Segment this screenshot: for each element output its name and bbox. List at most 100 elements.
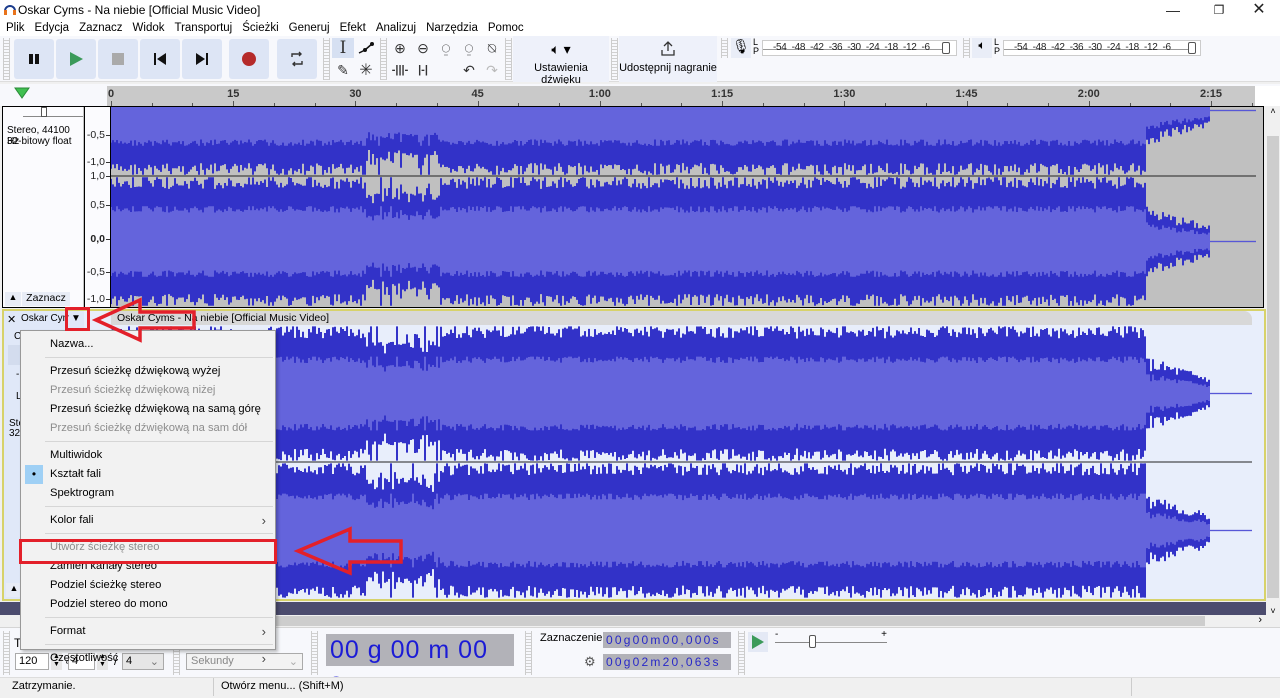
play-speed-slider[interactable]: - + xyxy=(775,629,887,650)
minimize-button[interactable]: — xyxy=(1150,0,1196,20)
skip-to-start-button[interactable] xyxy=(140,39,180,79)
menu-item-kolor-fali[interactable]: Kolor fali › xyxy=(21,511,275,530)
track-1-waveform[interactable] xyxy=(110,107,1256,307)
fit-project-button[interactable]: ⍜ xyxy=(458,38,480,58)
scroll-right-icon[interactable]: › xyxy=(1258,614,1262,626)
play-button[interactable] xyxy=(56,39,96,79)
menu-bar: Plik Edycja Zaznacz Widok Transportuj Ścieżki… xyxy=(0,20,1280,36)
toolbar-grip[interactable] xyxy=(3,38,10,80)
time-display[interactable]: 00 g 00 m 00 s▾ xyxy=(326,634,514,696)
play-at-speed-grip[interactable] xyxy=(738,631,745,675)
submenu-arrow-icon: › xyxy=(261,513,266,528)
menu-item-częstotliwość[interactable]: Częstotliwość › xyxy=(21,649,275,668)
fit-selection-button[interactable]: ⍜ xyxy=(435,38,457,58)
pan-slider[interactable] xyxy=(23,107,83,117)
envelope-tool-button[interactable] xyxy=(355,38,377,58)
playback-level-handle[interactable] xyxy=(1188,42,1196,54)
record-button[interactable] xyxy=(229,39,269,79)
menu-item-przesuń-ścieżkę-dźwiękową-wyżej[interactable]: Przesuń ścieżkę dźwiękową wyżej xyxy=(21,362,275,381)
menu-item-kształt-fali[interactable]: Kształt fali • xyxy=(21,465,275,484)
time-signature-grip[interactable] xyxy=(3,631,10,675)
menu-generuj[interactable]: Generuj xyxy=(283,21,334,35)
menu-item-multiwidok[interactable]: Multiwidok xyxy=(21,446,275,465)
clip-title-bar[interactable]: Oskar Cyms - Na niebie [Official Music V… xyxy=(111,311,1252,325)
loop-button[interactable] xyxy=(277,39,317,79)
playhead-pin-icon[interactable] xyxy=(14,87,30,99)
draw-tool-button[interactable]: ✎ xyxy=(332,60,354,80)
zoom-toggle-button[interactable]: ⍉ xyxy=(481,38,503,58)
menu-narzedzia[interactable]: Narzędzia xyxy=(420,21,482,35)
menu-item-przesuń-ścieżkę-dźwiękową-na-samą-górę[interactable]: Przesuń ścieżkę dźwiękową na samą górę xyxy=(21,400,275,419)
play-icon xyxy=(70,52,83,66)
zoom-out-icon: ⊖ xyxy=(417,39,429,56)
track-1-select-button[interactable]: Zaznacz xyxy=(22,292,70,306)
selection-grip[interactable] xyxy=(525,631,532,675)
menu-item-label: Kształt fali xyxy=(50,468,101,480)
redo-button[interactable]: ↷ xyxy=(481,60,503,80)
scroll-down-icon[interactable]: ˅ xyxy=(1266,606,1280,616)
play-meter-button[interactable]: 🔈︎ xyxy=(972,38,992,58)
menu-pomoc[interactable]: Pomoc xyxy=(482,21,528,35)
menu-item-format[interactable]: Format › xyxy=(21,622,275,641)
undo-button[interactable]: ↶ xyxy=(458,60,480,80)
skip-to-end-button[interactable] xyxy=(182,39,222,79)
close-track-2-button[interactable]: ✕ xyxy=(7,313,16,326)
selection-tool-button[interactable]: I xyxy=(332,38,354,58)
pause-button[interactable] xyxy=(14,39,54,79)
timeline-label: 0 xyxy=(107,88,115,100)
vertical-scrollbar[interactable]: ˄ ˅ xyxy=(1266,106,1280,616)
menu-edycja[interactable]: Edycja xyxy=(29,21,74,35)
record-level-handle[interactable] xyxy=(942,42,950,54)
collapse-track-1-button[interactable]: ▲ xyxy=(5,292,21,306)
play-speed-handle[interactable] xyxy=(809,635,816,648)
meter-tick-label: -18 xyxy=(1125,42,1139,53)
edit-grip[interactable] xyxy=(380,38,387,80)
zoom-in-button[interactable]: ⊕ xyxy=(389,38,411,58)
audio-setup-button[interactable]: 🔈︎ ▾ Ustawienia dźwięku xyxy=(513,36,609,86)
menu-item-podziel-ścieżkę-stereo[interactable]: Podziel ścieżkę stereo xyxy=(21,576,275,595)
trim-outside-button[interactable]: -|||- xyxy=(389,60,411,80)
menu-widok[interactable]: Widok xyxy=(127,21,169,35)
status-bar: Zatrzymanie. Otwórz menu... (Shift+M) xyxy=(0,677,1280,696)
close-button[interactable]: ✕ xyxy=(1236,0,1280,20)
tools-grip[interactable] xyxy=(323,38,330,80)
share-grip[interactable] xyxy=(611,38,618,80)
zoom-out-button[interactable]: ⊖ xyxy=(412,38,434,58)
record-meter-button[interactable]: 🎙︎ xyxy=(731,38,751,58)
play-at-speed-button[interactable] xyxy=(748,632,768,652)
timeline-label: 1:45 xyxy=(955,88,978,100)
stop-icon xyxy=(112,53,124,65)
horizontal-scroll-thumb[interactable] xyxy=(275,616,1205,626)
timeline-label: 15 xyxy=(227,88,240,100)
playback-meter[interactable]: -54 -48 -42 -36 -30 -24 -18 -12 -6 xyxy=(1003,40,1201,56)
meter-tick-label: -36 xyxy=(828,42,843,53)
selection-start-time[interactable]: 00g00m00,000s xyxy=(603,632,731,648)
menu-analizuj[interactable]: Analizuj xyxy=(370,21,420,35)
timeline-ruler[interactable]: 0 15 30 45 1:00 1:15 1:30 1:45 2:00 2:15 xyxy=(107,86,1255,106)
selection-settings-gear-icon[interactable]: ⚙ xyxy=(584,654,596,670)
menu-sciezki[interactable]: Ścieżki xyxy=(236,21,282,35)
record-meter-grip[interactable] xyxy=(721,38,728,58)
record-meter[interactable]: -54 -48 -42 -36 -30 -24 -18 -12 -6 xyxy=(762,40,957,56)
play-meter-grip[interactable] xyxy=(963,38,970,58)
menu-zaznacz[interactable]: Zaznacz xyxy=(73,21,126,35)
selection-end-time[interactable]: 00g02m20,063s xyxy=(603,654,731,670)
time-display-grip[interactable] xyxy=(311,631,318,675)
menu-transportuj[interactable]: Transportuj xyxy=(168,21,236,35)
audio-setup-grip[interactable] xyxy=(505,38,512,80)
silence-button[interactable]: |-| xyxy=(412,60,434,80)
share-audio-button[interactable]: Udostępnij nagranie xyxy=(619,36,717,82)
scroll-up-icon[interactable]: ˄ xyxy=(1266,106,1280,116)
menu-separator xyxy=(45,357,273,358)
menu-item-spektrogram[interactable]: Spektrogram xyxy=(21,484,275,503)
meter-tick-label: -42 xyxy=(1051,42,1065,53)
menu-item-podziel-stereo-do-mono[interactable]: Podziel stereo do mono xyxy=(21,595,275,614)
track-2-waveform[interactable] xyxy=(111,325,1252,599)
menu-plik[interactable]: Plik xyxy=(0,21,29,35)
vertical-scroll-thumb[interactable] xyxy=(1267,136,1279,598)
stop-button[interactable] xyxy=(98,39,138,79)
multi-tool-button[interactable]: ✳ xyxy=(355,60,377,80)
track-2-name-button[interactable]: Oskar Cym xyxy=(21,313,69,324)
undo-icon: ↶ xyxy=(463,61,475,78)
menu-efekt[interactable]: Efekt xyxy=(334,21,370,35)
